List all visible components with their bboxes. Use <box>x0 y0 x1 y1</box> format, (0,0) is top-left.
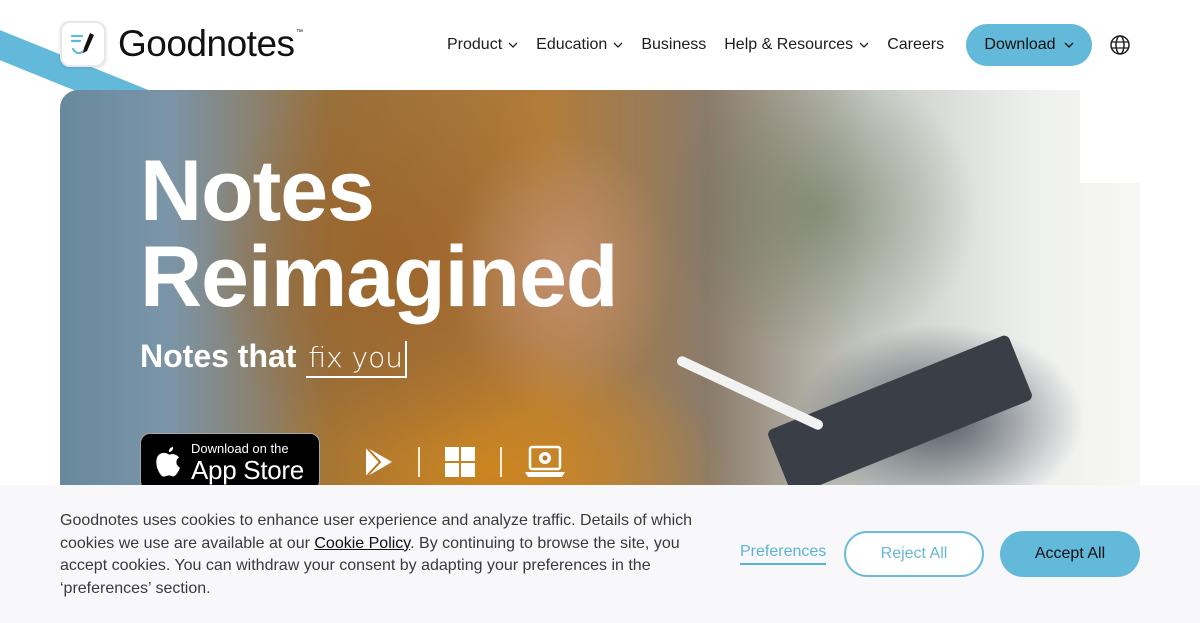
hero-title: Notes Reimagined <box>140 148 618 320</box>
nav-label: Careers <box>887 36 945 53</box>
app-store-label: Download on the App Store <box>191 442 304 483</box>
nav-label: Product <box>447 36 503 53</box>
reject-all-button[interactable]: Reject All <box>844 531 984 577</box>
windows-icon[interactable] <box>442 444 478 480</box>
chromebook-icon[interactable] <box>524 444 566 480</box>
nav-label: Education <box>536 36 608 53</box>
nav-label: Business <box>641 36 707 53</box>
brand-name: Goodnotes ™ <box>118 23 303 64</box>
globe-icon[interactable] <box>1109 34 1131 56</box>
goodnotes-logo-icon <box>60 21 106 67</box>
logo-link[interactable]: Goodnotes ™ <box>60 21 303 67</box>
cookie-message: Goodnotes uses cookies to enhance user e… <box>60 510 720 600</box>
nav-label: Help & Resources <box>724 36 854 53</box>
store-links: Download on the App Store <box>140 433 566 490</box>
accept-all-button[interactable]: Accept All <box>1000 531 1140 577</box>
hero-subtitle-animated-text: fix you <box>306 341 408 378</box>
download-label: Download <box>984 36 1056 53</box>
cookie-banner: Goodnotes uses cookies to enhance user e… <box>0 485 1200 623</box>
hero-section: Notes Reimagined Notes that fix you Down… <box>60 90 1140 490</box>
chevron-down-icon <box>1064 42 1074 48</box>
hero-title-line-1: Notes <box>140 143 375 239</box>
hero-image-tablet <box>766 333 1034 490</box>
site-header: Goodnotes ™ Product Education Business He… <box>0 0 1200 90</box>
divider <box>500 447 502 477</box>
chevron-down-icon <box>613 42 623 48</box>
divider <box>418 447 420 477</box>
chevron-down-icon <box>508 42 518 48</box>
hero-subtitle: Notes that fix you <box>140 338 408 378</box>
nav-item-business[interactable]: Business <box>641 36 706 54</box>
chevron-down-icon <box>859 42 869 48</box>
hero-image-corner <box>1080 90 1140 183</box>
app-store-small-text: Download on the <box>191 440 289 456</box>
app-store-button[interactable]: Download on the App Store <box>140 433 320 490</box>
apple-icon <box>156 447 180 477</box>
hero-subtitle-prefix: Notes that <box>140 338 297 374</box>
nav-item-careers[interactable]: Careers <box>887 36 944 54</box>
hero-image-pencil <box>675 354 825 432</box>
google-play-icon[interactable] <box>360 444 396 480</box>
app-store-big-text: App Store <box>191 454 304 485</box>
nav-item-product[interactable]: Product <box>447 36 518 54</box>
cookie-policy-link[interactable]: Cookie Policy <box>314 535 410 552</box>
download-button[interactable]: Download <box>966 24 1092 66</box>
main-nav: Product Education Business Help & Resour… <box>447 24 962 66</box>
hero-title-line-2: Reimagined <box>140 229 618 325</box>
nav-item-education[interactable]: Education <box>536 36 623 54</box>
nav-item-help-resources[interactable]: Help & Resources <box>724 36 869 54</box>
preferences-link[interactable]: Preferences <box>740 543 827 565</box>
